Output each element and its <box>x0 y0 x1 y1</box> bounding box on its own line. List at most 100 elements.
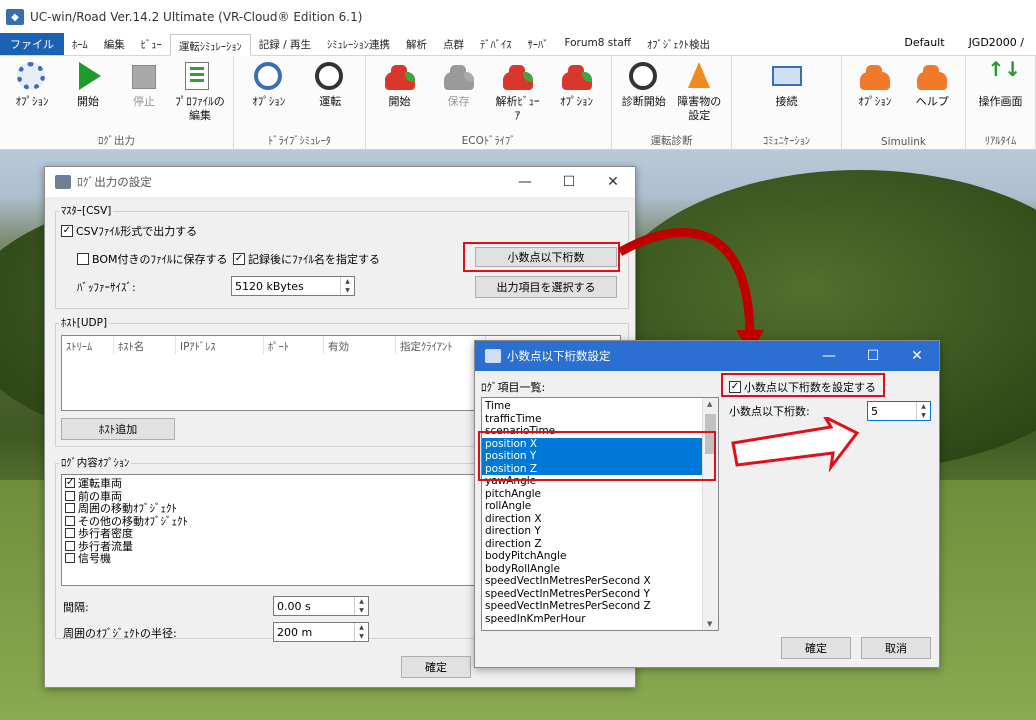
minimize-button[interactable]: — <box>503 167 547 197</box>
decimal-digits-value: 5 <box>871 404 878 418</box>
stop-icon <box>129 62 159 92</box>
menu-tab-3[interactable]: ﾋﾞｭｰ <box>133 33 170 55</box>
buffer-size-value: 5120 kBytes <box>235 279 304 293</box>
cone-icon <box>684 62 714 92</box>
log-window-titlebar: ﾛｸﾞ出力の設定 — ☐ ✕ <box>45 167 635 197</box>
checkbox-box: ✓ <box>61 225 73 237</box>
log-item-row[interactable]: speedVectInMetresPerSecond X <box>482 575 702 588</box>
decimal-cancel-button[interactable]: 取消 <box>861 637 931 659</box>
host-column-header[interactable]: ﾎｽﾄ名 <box>114 336 176 354</box>
ribbon-button-label: 開始 <box>77 95 99 108</box>
scroll-up-icon[interactable]: ▲ <box>707 400 712 408</box>
log-ok-button[interactable]: 確定 <box>401 656 471 678</box>
log-item-row[interactable]: bodyRollAngle <box>482 563 702 576</box>
host-column-header[interactable]: 有効 <box>324 336 396 354</box>
ribbon-button-label: 診断開始 <box>621 95 666 108</box>
menu-right-item[interactable]: Default <box>904 36 944 49</box>
ribbon-button-label: ｵﾌﾟｼｮﾝ <box>858 95 892 108</box>
log-item-row[interactable]: speedInKmPerHour <box>482 613 702 626</box>
decimal-window-title: 小数点以下桁数設定 <box>507 349 611 363</box>
set-decimal-digits-checkbox[interactable]: ✓ 小数点以下桁数を設定する <box>729 379 876 395</box>
bom-checkbox[interactable]: BOM付きのﾌｧｲﾙに保存する <box>77 251 228 267</box>
vertical-scrollbar[interactable]: ▲ ▼ <box>702 398 718 630</box>
ribbon-button-label: 障害物の 設定 <box>677 95 722 122</box>
spinner-arrows[interactable]: ▲ ▼ <box>354 623 368 641</box>
host-column-header[interactable]: IPｱﾄﾞﾚｽ <box>176 336 264 354</box>
csv-output-checkbox[interactable]: ✓ CSVﾌｧｲﾙ形式で出力する <box>61 223 197 239</box>
minimize-button[interactable]: — <box>807 341 851 371</box>
log-item-row[interactable]: speedVectInMetresPerSecond Z <box>482 600 702 613</box>
checkbox-box <box>65 553 75 564</box>
buffer-size-label: ﾊﾞｯﾌｧｰｻｲｽﾞ: <box>77 281 136 294</box>
menu-tab-0[interactable]: ファイル <box>0 33 64 55</box>
scrollbar-thumb[interactable] <box>705 414 716 454</box>
menu-tab-10[interactable]: ｻｰﾊﾞ <box>519 33 556 55</box>
select-output-items-button[interactable]: 出力項目を選択する <box>475 276 617 298</box>
log-item-row[interactable]: scenarioTime <box>482 425 702 438</box>
realtime-icon <box>986 62 1022 92</box>
menu-tab-8[interactable]: 点群 <box>435 33 472 55</box>
spinner-arrows[interactable]: ▲ ▼ <box>916 402 930 420</box>
decimal-digits-button[interactable]: 小数点以下桁数 <box>475 247 617 267</box>
log-item-row[interactable]: pitchAngle <box>482 488 702 501</box>
ribbon: ｵﾌﾟｼｮﾝ 開始 停止 ﾌﾟﾛﾌｧｲﾙの 編集 ﾛｸﾞ出力 ｵﾌﾟｼｮﾝ 運転 ﾄﾞﾗｲﾌﾞ… <box>0 56 1036 150</box>
add-host-button[interactable]: ﾎｽﾄ追加 <box>61 418 175 440</box>
eco-save-icon <box>443 62 474 92</box>
ribbon-button-label: 運転 <box>319 95 342 108</box>
checkbox-box <box>77 253 89 265</box>
ribbon-group-label: ﾘｱﾙﾀｲﾑ <box>984 135 1017 147</box>
menu-tab-11[interactable]: Forum8 staff <box>556 33 639 55</box>
radius-input[interactable]: 200 m ▲ ▼ <box>273 622 369 642</box>
ribbon-group-0: ｵﾌﾟｼｮﾝ 開始 停止 ﾌﾟﾛﾌｧｲﾙの 編集 ﾛｸﾞ出力 <box>0 56 234 150</box>
menu-tab-7[interactable]: 解析 <box>398 33 435 55</box>
log-item-row[interactable]: Time <box>482 400 702 413</box>
simulink-help-icon <box>917 62 948 92</box>
host-column-header[interactable]: ﾎﾟｰﾄ <box>264 336 324 354</box>
decimal-digits-settings-window: 小数点以下桁数設定 — ☐ ✕ ﾛｸﾞ項目一覧: Time trafficTime… <box>474 340 940 668</box>
menu-tab-4[interactable]: 運転ｼﾐｭﾚｰｼｮﾝ <box>169 34 251 56</box>
maximize-button[interactable]: ☐ <box>547 167 591 197</box>
spinner-arrows[interactable]: ▲ ▼ <box>340 277 354 295</box>
menu-right-item[interactable]: JGD2000 / <box>969 36 1024 49</box>
log-item-row[interactable]: position X <box>482 437 702 450</box>
steering-gear-icon <box>253 62 284 92</box>
menu-tab-9[interactable]: ﾃﾞﾊﾞｲｽ <box>472 33 520 55</box>
maximize-button[interactable]: ☐ <box>851 341 895 371</box>
filename-checkbox[interactable]: ✓ 記録後にﾌｧｲﾙ名を指定する <box>233 251 380 267</box>
buffer-size-input[interactable]: 5120 kBytes ▲ ▼ <box>231 276 355 296</box>
menu-tab-1[interactable]: ﾎｰﾑ <box>64 33 96 55</box>
log-window-title: ﾛｸﾞ出力の設定 <box>77 175 152 189</box>
log-item-row[interactable]: direction Z <box>482 538 702 551</box>
app-icon: ◆ <box>6 9 24 25</box>
log-item-row[interactable]: trafficTime <box>482 413 702 426</box>
menu-tab-12[interactable]: ｵﾌﾞｼﾞｪｸﾄ検出 <box>639 33 718 55</box>
csv-output-label: CSVﾌｧｲﾙ形式で出力する <box>76 225 198 238</box>
ribbon-button-label: 解析ﾋﾞｭｰ ｱ <box>495 95 540 122</box>
log-item-row[interactable]: direction X <box>482 513 702 526</box>
ribbon-group-6: 操作画面 ﾘｱﾙﾀｲﾑ <box>966 56 1036 150</box>
scroll-down-icon[interactable]: ▼ <box>707 620 712 628</box>
log-item-row[interactable]: position Y <box>482 450 702 463</box>
menu-tab-5[interactable]: 記録 / 再生 <box>251 33 319 55</box>
log-item-row[interactable]: yawAngle <box>482 475 702 488</box>
radius-value: 200 m <box>277 625 313 639</box>
log-item-row[interactable]: speedVectInMetresPerSecond Y <box>482 588 702 601</box>
log-item-row[interactable]: bodyPitchAngle <box>482 550 702 563</box>
host-column-header[interactable]: ｽﾄﾘｰﾑ <box>62 336 114 354</box>
close-button[interactable]: ✕ <box>895 341 939 371</box>
simulink-option-icon <box>859 62 890 92</box>
log-item-row[interactable]: direction Y <box>482 525 702 538</box>
log-item-row[interactable]: rollAngle <box>482 500 702 513</box>
decimal-digits-input[interactable]: 5 ▲ ▼ <box>867 401 931 421</box>
host-column-header[interactable]: 指定ｸﾗｲｱﾝﾄ <box>396 336 486 354</box>
log-item-row[interactable]: position Z <box>482 462 702 475</box>
log-items-list[interactable]: Time trafficTime scenarioTime position Xpos… <box>481 397 719 631</box>
menu-tab-2[interactable]: 編集 <box>96 33 133 55</box>
close-button[interactable]: ✕ <box>591 167 635 197</box>
spinner-arrows[interactable]: ▲ ▼ <box>354 597 368 615</box>
interval-input[interactable]: 0.00 s ▲ ▼ <box>273 596 369 616</box>
ribbon-group-label: ﾛｸﾞ出力 <box>98 135 135 147</box>
decimal-ok-button[interactable]: 確定 <box>781 637 851 659</box>
app-titlebar: ◆ UC-win/Road Ver.14.2 Ultimate (VR-Clou… <box>0 0 1036 34</box>
menu-tab-6[interactable]: ｼﾐｭﾚｰｼｮﾝ連携 <box>319 33 398 55</box>
